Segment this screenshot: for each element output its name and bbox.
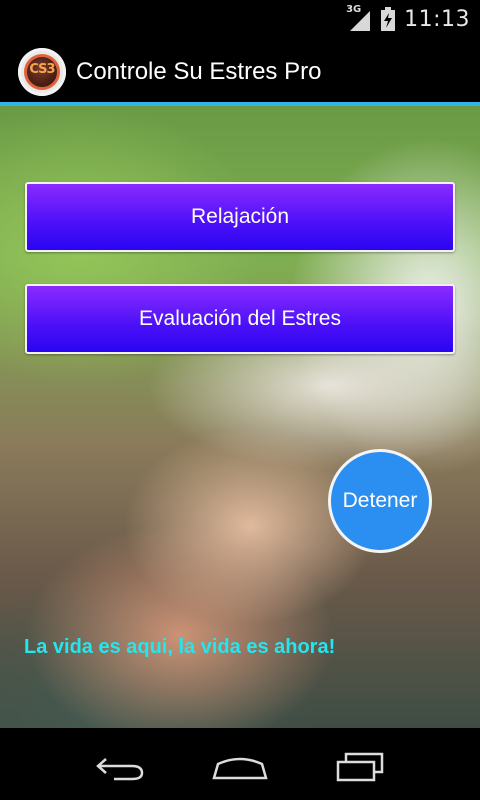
status-bar: 3G 11:13 [0,0,480,38]
status-icons: 3G 11:13 [346,4,470,32]
back-icon[interactable] [88,746,152,786]
recent-apps-icon[interactable] [328,746,392,786]
motto-text: La vida es aqui, la vida es ahora! [24,636,336,658]
app-logo-text: CS3 [29,62,55,77]
relaxation-button[interactable]: Relajación [25,182,455,252]
app-logo-icon[interactable]: CS3 [18,48,66,96]
main-content: Relajación Evaluación del Estres Detener… [0,106,480,728]
home-icon[interactable] [208,746,272,786]
action-bar: CS3 Controle Su Estres Pro [0,38,480,106]
app-title: Controle Su Estres Pro [76,58,322,85]
signal-icon: 3G [346,4,372,31]
stop-button[interactable]: Detener [328,449,432,553]
navigation-bar [0,728,480,800]
stress-evaluation-button[interactable]: Evaluación del Estres [25,284,455,354]
clock: 11:13 [404,6,470,32]
battery-icon [380,7,396,31]
